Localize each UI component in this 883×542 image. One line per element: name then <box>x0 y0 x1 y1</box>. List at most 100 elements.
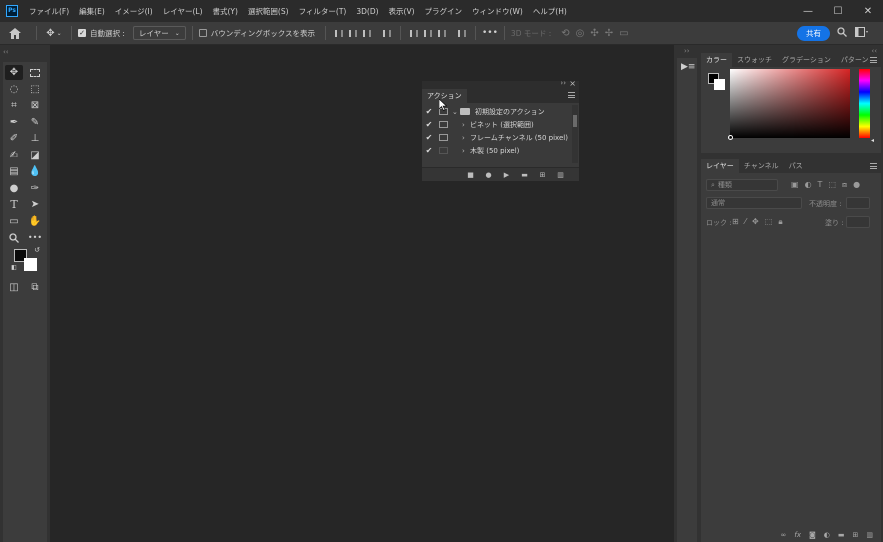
menu-layer[interactable]: レイヤー(L) <box>158 6 208 17</box>
pen-tool-icon[interactable]: ✑ <box>26 181 44 196</box>
blend-mode-dropdown[interactable]: 通常 <box>706 197 802 209</box>
lock-all-icon[interactable]: 🔒︎ <box>778 217 782 227</box>
filter-type-icon[interactable]: T <box>818 180 823 190</box>
color-picker-handle[interactable] <box>728 135 733 140</box>
default-colors-icon[interactable]: ◧ <box>10 263 18 271</box>
stop-icon[interactable]: ■ <box>466 171 475 179</box>
toggle-check-icon[interactable]: ✔ <box>422 146 436 155</box>
align-top-icon[interactable] <box>407 26 421 40</box>
bounding-box-checkbox[interactable] <box>198 29 207 37</box>
clone-stamp-tool-icon[interactable]: ⊥ <box>26 131 44 146</box>
dialog-toggle-icon[interactable] <box>439 134 448 141</box>
distribute-v-icon[interactable] <box>455 26 469 40</box>
healing-brush-tool-icon[interactable]: ✎ <box>26 115 44 130</box>
filter-adjustment-icon[interactable]: ◐ <box>805 180 812 190</box>
lock-transparent-icon[interactable]: ⊞ <box>732 217 739 227</box>
tab-color[interactable]: カラー <box>701 53 732 67</box>
align-left-icon[interactable] <box>332 26 346 40</box>
layer-filter-dropdown[interactable]: ⌕ 種類 <box>706 179 778 191</box>
menu-window[interactable]: ウィンドウ(W) <box>467 6 528 17</box>
menu-type[interactable]: 書式(Y) <box>208 6 243 17</box>
link-icon[interactable]: ∞ <box>781 531 787 539</box>
search-icon[interactable] <box>837 27 847 37</box>
align-right-icon[interactable] <box>360 26 374 40</box>
3d-roll-icon[interactable]: ◎ <box>576 28 585 39</box>
blur-tool-icon[interactable]: 💧 <box>26 164 44 179</box>
color-picker-field[interactable] <box>730 69 850 138</box>
gradient-tool-icon[interactable]: ▤ <box>5 164 23 179</box>
adjustment-icon[interactable]: ◐ <box>824 531 830 539</box>
panel-drag-bar[interactable]: ›› × <box>422 79 579 89</box>
3d-pan-icon[interactable]: ✣ <box>590 28 598 39</box>
align-middle-v-icon[interactable] <box>421 26 435 40</box>
tab-swatches[interactable]: スウォッチ <box>732 53 777 67</box>
workspace-icon[interactable] <box>855 27 869 37</box>
tab-paths[interactable]: パス <box>784 159 808 173</box>
zoom-tool-icon[interactable] <box>5 230 23 245</box>
trash-icon[interactable]: ▥ <box>556 171 565 179</box>
expand-strip-icon[interactable]: ›› <box>684 47 690 55</box>
hue-slider-handle-icon[interactable]: ◂ <box>871 137 874 144</box>
action-row[interactable]: ✔ › 木製 (50 pixel) <box>422 144 572 157</box>
toggle-check-icon[interactable]: ✔ <box>422 107 436 116</box>
play-icon[interactable]: ▶ <box>502 171 511 179</box>
panel-menu-icon[interactable] <box>870 163 877 169</box>
filter-smart-object-icon[interactable]: ⧈ <box>842 180 847 190</box>
action-row[interactable]: ✔ › ビネット (選択範囲) <box>422 118 572 131</box>
more-options-button[interactable]: ••• <box>482 28 498 38</box>
expand-arrow-icon[interactable]: › <box>462 147 470 155</box>
menu-help[interactable]: ヘルプ(H) <box>528 6 572 17</box>
action-row[interactable]: ✔ › フレームチャンネル (50 pixel) <box>422 131 572 144</box>
move-tool-preset-icon[interactable]: ✥ ⌄ <box>43 28 65 39</box>
new-layer-icon[interactable]: ⊞ <box>853 531 859 539</box>
group-icon[interactable]: ▬ <box>838 531 845 539</box>
object-select-tool-icon[interactable]: ⬚ <box>26 82 44 97</box>
toggle-check-icon[interactable]: ✔ <box>422 120 436 129</box>
align-center-h-icon[interactable] <box>346 26 360 40</box>
record-icon[interactable]: ● <box>484 171 493 179</box>
collapse-toolbar-icon[interactable]: ‹‹ <box>3 48 9 56</box>
fx-icon[interactable]: fx <box>794 531 801 539</box>
hand-tool-icon[interactable]: ✋ <box>26 214 44 229</box>
3d-scale-icon[interactable]: ▭ <box>619 28 628 39</box>
menu-edit[interactable]: 編集(E) <box>74 6 110 17</box>
tab-layers[interactable]: レイヤー <box>701 159 739 173</box>
folder-icon[interactable]: ▬ <box>520 171 529 179</box>
expand-arrow-icon[interactable]: › <box>462 134 470 142</box>
dialog-toggle-icon[interactable] <box>439 121 448 128</box>
lock-artboard-icon[interactable]: ⬚ <box>765 217 773 227</box>
panel-menu-icon[interactable] <box>568 92 575 98</box>
crop-tool-icon[interactable]: ⌗ <box>5 98 23 113</box>
align-bottom-icon[interactable] <box>435 26 449 40</box>
close-panel-icon[interactable]: × <box>569 79 576 88</box>
minimize-button[interactable]: — <box>793 0 823 22</box>
auto-select-checkbox[interactable]: ✓ <box>78 29 86 37</box>
distribute-icon[interactable] <box>380 26 394 40</box>
dodge-tool-icon[interactable]: ● <box>5 181 23 196</box>
eyedropper-tool-icon[interactable]: ✒ <box>5 115 23 130</box>
background-color-swatch[interactable] <box>24 258 37 271</box>
close-button[interactable]: ✕ <box>853 0 883 22</box>
hue-slider[interactable] <box>859 69 870 138</box>
swap-colors-icon[interactable]: ↺ <box>32 245 42 255</box>
menu-3d[interactable]: 3D(D) <box>351 7 383 16</box>
maximize-button[interactable]: ☐ <box>823 0 853 22</box>
filter-toggle-icon[interactable]: ● <box>853 180 860 190</box>
screen-mode-icon[interactable]: ⧉ <box>26 280 44 295</box>
menu-select[interactable]: 選択範囲(S) <box>243 6 294 17</box>
menu-filter[interactable]: フィルター(T) <box>294 6 352 17</box>
path-select-tool-icon[interactable]: ➤ <box>26 197 44 212</box>
marquee-tool-icon[interactable] <box>26 65 44 80</box>
frame-tool-icon[interactable]: ⊠ <box>26 98 44 113</box>
history-brush-tool-icon[interactable]: ✍ <box>5 148 23 163</box>
brush-tool-icon[interactable]: ✐ <box>5 131 23 146</box>
home-icon[interactable] <box>0 27 30 39</box>
expand-arrow-icon[interactable]: › <box>462 121 470 129</box>
background-color-swatch[interactable] <box>714 79 725 90</box>
menu-view[interactable]: 表示(V) <box>384 6 420 17</box>
filter-pixel-icon[interactable]: ▣ <box>791 180 799 190</box>
menu-file[interactable]: ファイル(F) <box>24 6 74 17</box>
scrollbar[interactable] <box>572 105 578 163</box>
3d-slide-icon[interactable]: ✢ <box>605 28 613 39</box>
lasso-tool-icon[interactable]: ◌ <box>5 82 23 97</box>
